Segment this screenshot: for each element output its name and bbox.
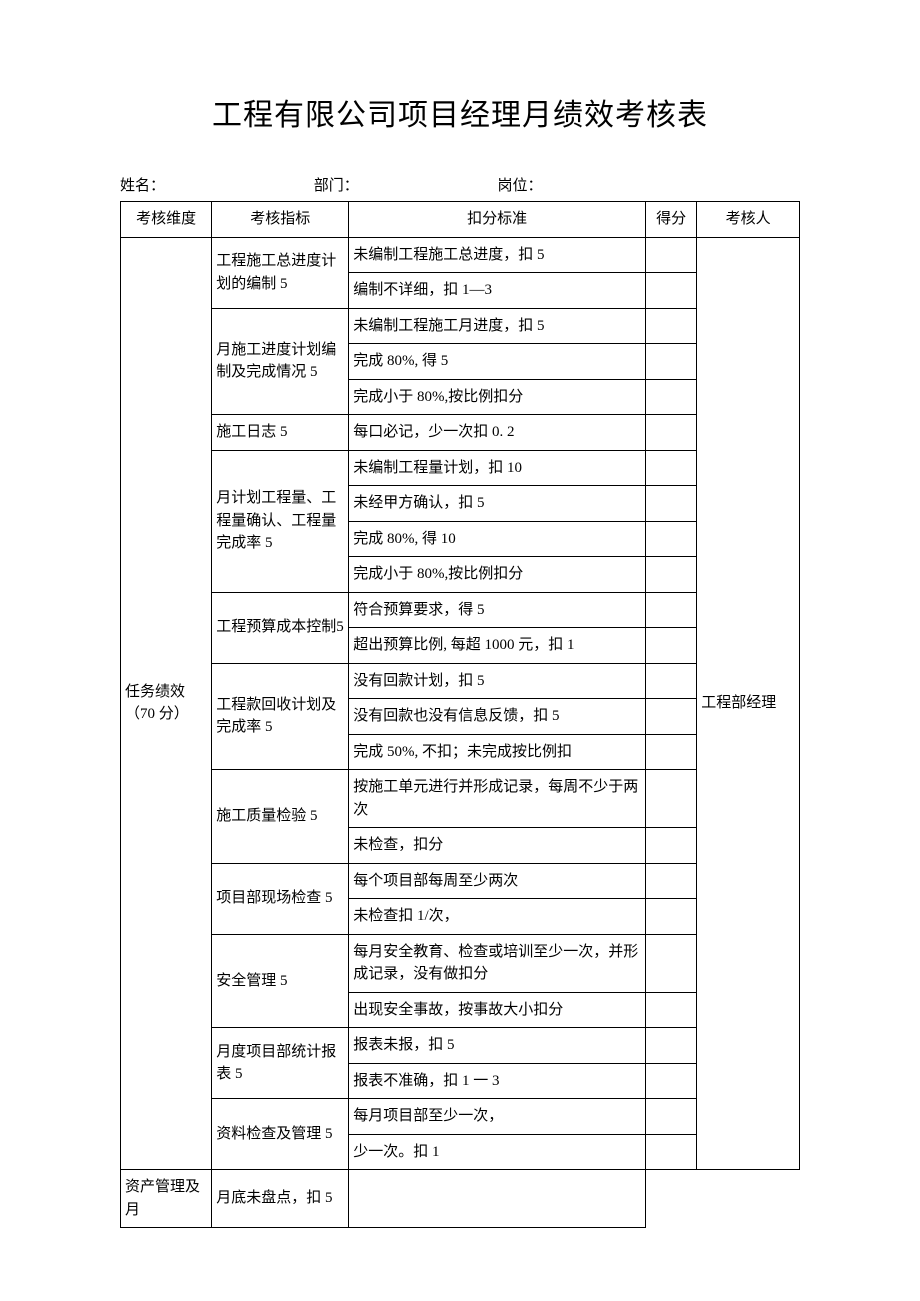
score-cell: [645, 486, 696, 522]
standard-cell: 未检查扣 1/次，: [349, 899, 646, 935]
standard-cell: 月底未盘点，扣 5: [212, 1170, 349, 1228]
standard-cell: 完成小于 80%,按比例扣分: [349, 557, 646, 593]
col-standard: 扣分标准: [349, 202, 646, 238]
standard-cell: 完成小于 80%,按比例扣分: [349, 379, 646, 415]
score-cell: [645, 992, 696, 1028]
standard-cell: 没有回款计划，扣 5: [349, 663, 646, 699]
standard-cell: 每口必记，少一次扣 0. 2: [349, 415, 646, 451]
metric-cell: 施工质量检验 5: [212, 770, 349, 864]
standard-cell: 未编制工程施工月进度，扣 5: [349, 308, 646, 344]
score-cell: [645, 1099, 696, 1135]
metric-cell: 工程预算成本控制5: [212, 592, 349, 663]
standard-cell: 按施工单元进行并形成记录，每周不少于两次: [349, 770, 646, 828]
score-cell: [645, 308, 696, 344]
standard-cell: 完成 80%, 得 10: [349, 521, 646, 557]
standard-cell: 报表不准确，扣 1 一 3: [349, 1063, 646, 1099]
score-cell: [645, 592, 696, 628]
metric-cell: 工程施工总进度计划的编制 5: [212, 237, 349, 308]
meta-name-label: 姓名：: [120, 174, 310, 195]
standard-cell: 完成 80%, 得 5: [349, 344, 646, 380]
standard-cell: 编制不详细，扣 1—3: [349, 273, 646, 309]
metric-cell: 项目部现场检查 5: [212, 863, 349, 934]
metric-cell: 月计划工程量、工程量确认、工程量完成率 5: [212, 450, 349, 592]
score-cell: [645, 379, 696, 415]
score-cell: [645, 863, 696, 899]
metric-cell: 工程款回收计划及完成率 5: [212, 663, 349, 770]
meta-dept-label: 部门：: [314, 174, 494, 195]
score-cell: [645, 1134, 696, 1170]
dimension-cell: 任务绩效（70 分）: [121, 237, 212, 1170]
metric-cell: 资料检查及管理 5: [212, 1099, 349, 1170]
standard-cell: 超出预算比例, 每超 1000 元，扣 1: [349, 628, 646, 664]
score-cell: [645, 1028, 696, 1064]
standard-cell: 少一次。扣 1: [349, 1134, 646, 1170]
standard-cell: 完成 50%, 不扣；未完成按比例扣: [349, 734, 646, 770]
table-row: 任务绩效（70 分） 工程施工总进度计划的编制 5 未编制工程施工总进度，扣 5…: [121, 237, 800, 273]
score-cell: [645, 273, 696, 309]
meta-post-label: 岗位：: [498, 174, 543, 195]
standard-cell: 没有回款也没有信息反馈，扣 5: [349, 699, 646, 735]
standard-cell: 出现安全事故，按事故大小扣分: [349, 992, 646, 1028]
standard-cell: 未编制工程量计划，扣 10: [349, 450, 646, 486]
score-cell: [645, 557, 696, 593]
score-cell: [645, 663, 696, 699]
score-cell: [645, 237, 696, 273]
col-score: 得分: [645, 202, 696, 238]
standard-cell: 未经甲方确认，扣 5: [349, 486, 646, 522]
score-cell: [645, 521, 696, 557]
score-cell: [645, 899, 696, 935]
metric-cell: 资产管理及月: [121, 1170, 212, 1228]
evaluator-cell: 工程部经理: [697, 237, 800, 1170]
col-evaluator: 考核人: [697, 202, 800, 238]
page-title: 工程有限公司项目经理月绩效考核表: [120, 90, 800, 134]
score-cell: [645, 415, 696, 451]
score-cell: [645, 450, 696, 486]
score-cell: [645, 734, 696, 770]
score-cell: [645, 699, 696, 735]
standard-cell: 每个项目部每周至少两次: [349, 863, 646, 899]
standard-cell: 每月项目部至少一次，: [349, 1099, 646, 1135]
metric-cell: 安全管理 5: [212, 934, 349, 1028]
table-header-row: 考核维度 考核指标 扣分标准 得分 考核人: [121, 202, 800, 238]
score-cell: [645, 1063, 696, 1099]
score-cell: [645, 934, 696, 992]
score-cell: [645, 344, 696, 380]
standard-cell: 报表未报，扣 5: [349, 1028, 646, 1064]
table-row: 资产管理及月 月底未盘点，扣 5: [121, 1170, 800, 1228]
meta-line: 姓名： 部门： 岗位：: [120, 174, 800, 195]
col-dimension: 考核维度: [121, 202, 212, 238]
standard-cell: 符合预算要求，得 5: [349, 592, 646, 628]
score-cell: [645, 770, 696, 828]
standard-cell: 未编制工程施工总进度，扣 5: [349, 237, 646, 273]
score-cell: [645, 828, 696, 864]
score-cell: [645, 628, 696, 664]
metric-cell: 施工日志 5: [212, 415, 349, 451]
standard-cell: 每月安全教育、检查或培训至少一次，并形成记录，没有做扣分: [349, 934, 646, 992]
standard-cell: 未检查，扣分: [349, 828, 646, 864]
col-metric: 考核指标: [212, 202, 349, 238]
metric-cell: 月施工进度计划编制及完成情况 5: [212, 308, 349, 415]
metric-cell: 月度项目部统计报表 5: [212, 1028, 349, 1099]
score-cell: [349, 1170, 646, 1228]
assessment-table: 考核维度 考核指标 扣分标准 得分 考核人 任务绩效（70 分） 工程施工总进度…: [120, 201, 800, 1228]
